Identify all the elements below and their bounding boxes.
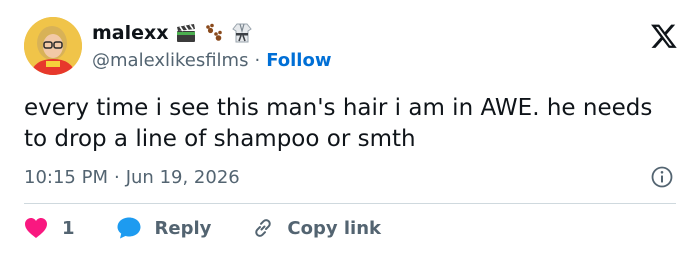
x-logo-icon[interactable] [650, 22, 678, 50]
separator-dot: · [113, 166, 120, 188]
like-count: 1 [62, 217, 75, 239]
follow-button[interactable]: Follow [266, 50, 331, 71]
copy-link-button[interactable]: Copy link [239, 216, 381, 240]
separator-dot: · [254, 49, 261, 71]
info-icon[interactable] [650, 165, 674, 189]
author-handle-row: @malexlikesfilms · Follow [92, 48, 331, 72]
clapper-board-emoji-icon [175, 22, 197, 44]
action-bar: 1 Reply Copy link [24, 214, 381, 242]
reply-label: Reply [154, 217, 212, 239]
tweet-text: every time i see this man's hair i am in… [24, 95, 653, 152]
tweet-date[interactable]: Jun 19, 2026 [126, 167, 240, 188]
copy-link-label: Copy link [287, 217, 381, 239]
like-button[interactable]: 1 [24, 217, 103, 239]
link-icon [251, 216, 275, 240]
paw-prints-emoji-icon [203, 22, 225, 44]
tweet-timestamp[interactable]: 10:15 PM · Jun 19, 2026 [24, 165, 240, 189]
tweet-card: malexx @malexlikesfilms · Follow every t… [0, 0, 700, 255]
tweet-time[interactable]: 10:15 PM [24, 167, 108, 188]
martial-arts-uniform-emoji-icon [231, 22, 253, 44]
divider [24, 203, 676, 204]
author-handle[interactable]: @malexlikesfilms [92, 50, 248, 71]
speech-bubble-icon [116, 216, 142, 240]
display-name[interactable]: malexx [92, 22, 169, 44]
heart-icon [24, 217, 48, 239]
avatar[interactable] [24, 17, 82, 75]
reply-button[interactable]: Reply [103, 216, 212, 240]
author-name-row: malexx [92, 19, 253, 47]
